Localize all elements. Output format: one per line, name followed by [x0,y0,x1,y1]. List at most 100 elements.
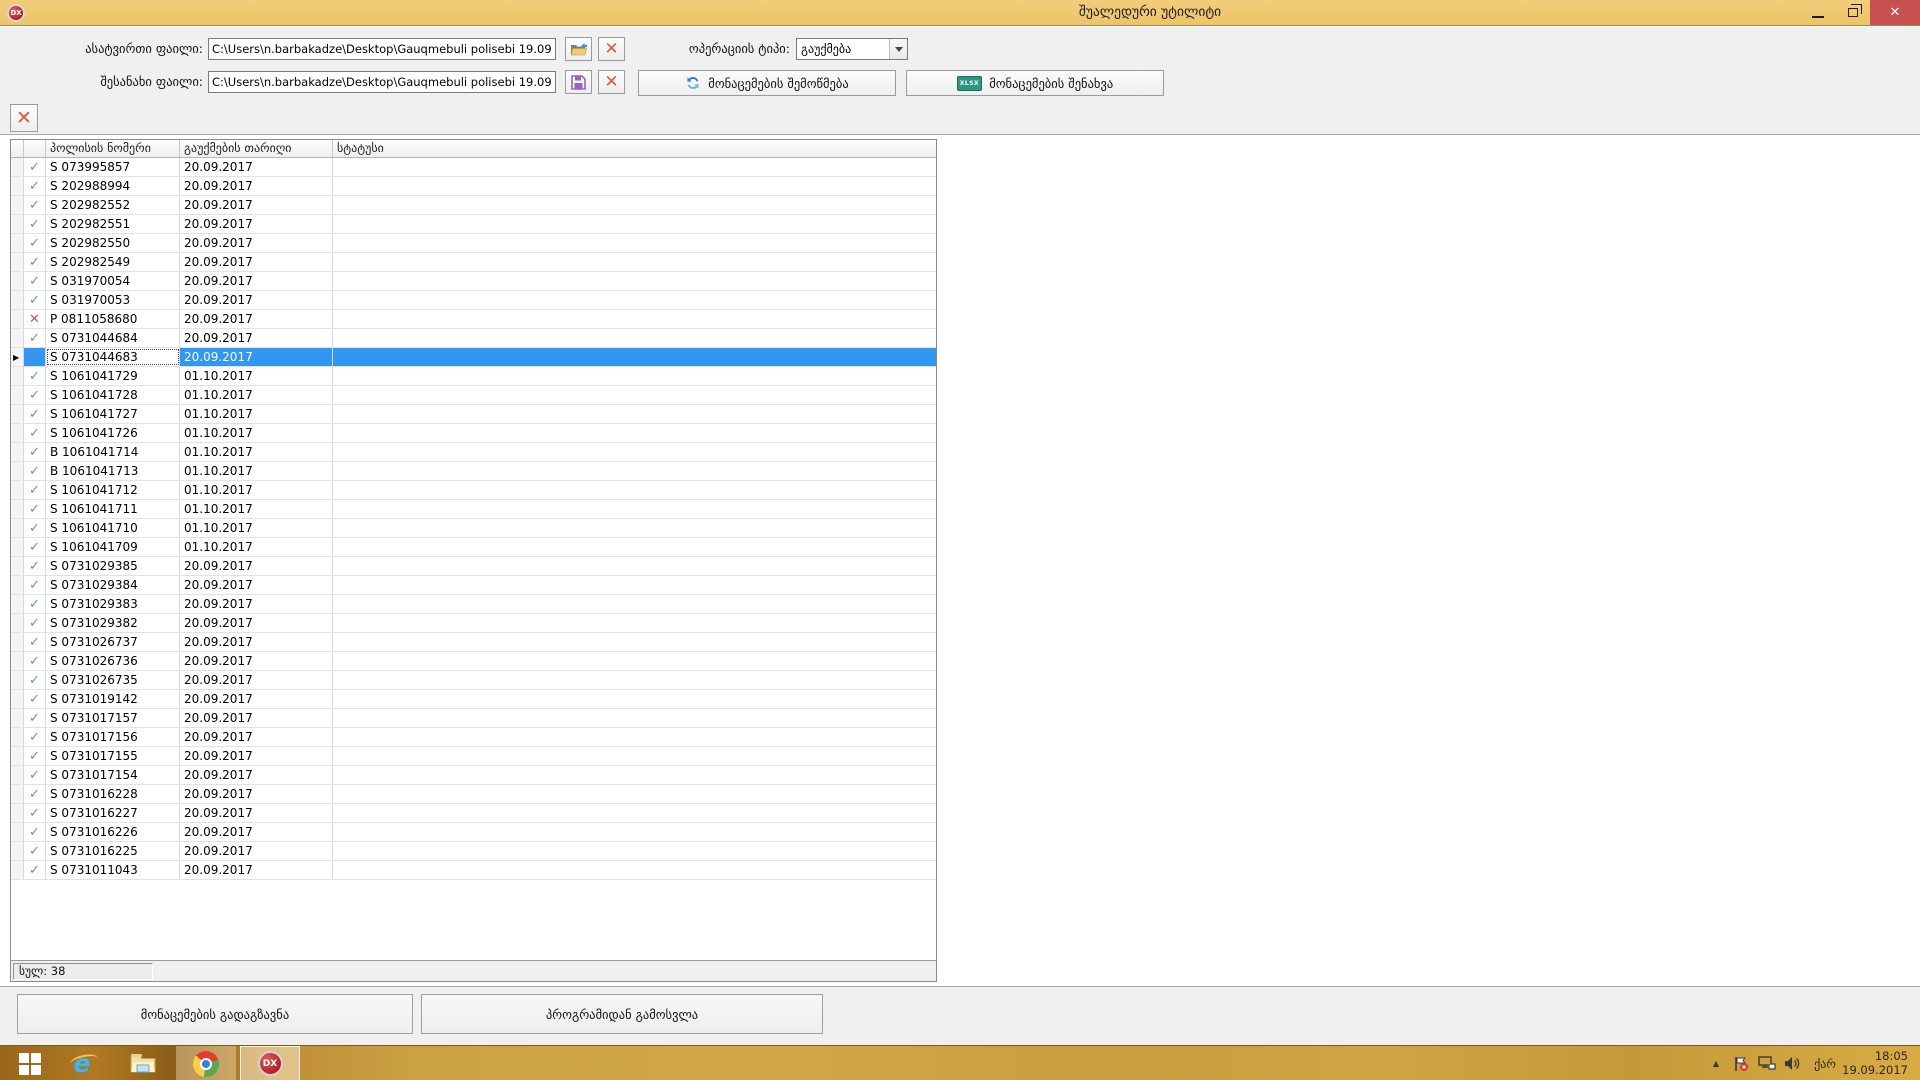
status-cell[interactable] [333,424,936,442]
table-row[interactable]: ✓ S 1061041710 01.10.2017 [11,519,936,538]
policy-number-cell[interactable]: S 0731029383 [46,595,180,613]
status-cell[interactable] [333,272,936,290]
cancel-date-cell[interactable]: 01.10.2017 [180,519,333,537]
policy-number-cell[interactable]: S 031970054 [46,272,180,290]
status-cell[interactable] [333,196,936,214]
status-cell[interactable] [333,253,936,271]
status-cell[interactable] [333,747,936,765]
policy-number-cell[interactable]: S 0731029384 [46,576,180,594]
policy-number-cell[interactable]: S 0731026737 [46,633,180,651]
policy-number-cell[interactable]: S 1061041727 [46,405,180,423]
policy-number-cell[interactable]: S 1061041712 [46,481,180,499]
status-cell[interactable] [333,177,936,195]
cancel-date-cell[interactable]: 20.09.2017 [180,785,333,803]
status-cell[interactable] [333,291,936,309]
taskbar-item-chrome[interactable] [176,1046,236,1080]
status-cell[interactable] [333,405,936,423]
policy-number-cell[interactable]: S 1061041726 [46,424,180,442]
cancel-date-cell[interactable]: 20.09.2017 [180,329,333,347]
cancel-date-cell[interactable]: 01.10.2017 [180,386,333,404]
status-cell[interactable] [333,861,936,879]
status-cell[interactable] [333,842,936,860]
volume-icon[interactable] [1780,1046,1804,1080]
table-row[interactable]: ✕ P 0811058680 20.09.2017 [11,310,936,329]
table-row[interactable]: ✓ S 0731019142 20.09.2017 [11,690,936,709]
status-cell[interactable] [333,519,936,537]
cancel-date-cell[interactable]: 20.09.2017 [180,652,333,670]
table-row[interactable]: ✓ S 1061041711 01.10.2017 [11,500,936,519]
cancel-date-cell[interactable]: 20.09.2017 [180,728,333,746]
header-policy-number[interactable]: პოლისის ნომერი [46,140,180,157]
status-cell[interactable] [333,709,936,727]
status-cell[interactable] [333,443,936,461]
status-cell[interactable] [333,633,936,651]
table-row[interactable]: ✓ S 0731016226 20.09.2017 [11,823,936,842]
cancel-button[interactable]: ✕ [10,104,38,132]
table-row[interactable]: ✓ S 0731026735 20.09.2017 [11,671,936,690]
policy-number-cell[interactable]: S 0731011043 [46,861,180,879]
cancel-date-cell[interactable]: 20.09.2017 [180,747,333,765]
policy-number-cell[interactable]: S 0731029385 [46,557,180,575]
table-row[interactable]: ✓ S 202982552 20.09.2017 [11,196,936,215]
cancel-date-cell[interactable]: 20.09.2017 [180,291,333,309]
policy-number-cell[interactable]: S 0731016225 [46,842,180,860]
status-cell[interactable] [333,538,936,556]
policy-number-cell[interactable]: S 0731017157 [46,709,180,727]
cancel-date-cell[interactable]: 20.09.2017 [180,671,333,689]
policy-number-cell[interactable]: S 1061041729 [46,367,180,385]
header-cancel-date[interactable]: გაუქმების თარიღი [180,140,333,157]
status-cell[interactable] [333,614,936,632]
cancel-date-cell[interactable]: 01.10.2017 [180,462,333,480]
taskbar-item-dx-app[interactable]: DX [240,1046,300,1080]
table-row[interactable]: ✓ S 073995857 20.09.2017 [11,158,936,177]
cancel-date-cell[interactable]: 20.09.2017 [180,215,333,233]
policy-number-cell[interactable]: S 202982552 [46,196,180,214]
exit-program-button[interactable]: პროგრამიდან გამოსვლა [421,994,823,1034]
policy-number-cell[interactable]: S 0731026736 [46,652,180,670]
table-row[interactable]: ✓ S 0731029383 20.09.2017 [11,595,936,614]
table-row[interactable]: ✓ S 031970054 20.09.2017 [11,272,936,291]
show-hidden-icons-button[interactable]: ▲ [1706,1046,1726,1080]
table-row[interactable]: ✓ S 1061041709 01.10.2017 [11,538,936,557]
minimize-button[interactable] [1800,0,1836,25]
policy-number-cell[interactable]: B 1061041714 [46,443,180,461]
policy-number-cell[interactable]: S 1061041710 [46,519,180,537]
table-row[interactable]: ✓ S 1061041729 01.10.2017 [11,367,936,386]
cancel-date-cell[interactable]: 20.09.2017 [180,842,333,860]
policy-number-cell[interactable]: P 0811058680 [46,310,180,328]
cancel-date-cell[interactable]: 20.09.2017 [180,196,333,214]
cancel-date-cell[interactable]: 01.10.2017 [180,367,333,385]
status-cell[interactable] [333,576,936,594]
cancel-date-cell[interactable]: 20.09.2017 [180,272,333,290]
table-row[interactable]: ✓ S 1061041712 01.10.2017 [11,481,936,500]
cancel-date-cell[interactable]: 20.09.2017 [180,177,333,195]
restore-button[interactable] [1836,0,1870,25]
status-cell[interactable] [333,671,936,689]
cancel-date-cell[interactable]: 20.09.2017 [180,823,333,841]
send-data-button[interactable]: მონაცემების გადაგზავნა [17,994,413,1034]
table-row[interactable]: ✓ S 1061041727 01.10.2017 [11,405,936,424]
table-row[interactable]: ✓ B 1061041714 01.10.2017 [11,443,936,462]
status-cell[interactable] [333,823,936,841]
status-cell[interactable] [333,557,936,575]
taskbar-clock[interactable]: 18:05 19.09.2017 [1830,1049,1908,1077]
table-row[interactable]: ✓ S 0731029382 20.09.2017 [11,614,936,633]
policy-number-cell[interactable]: S 1061041709 [46,538,180,556]
cancel-date-cell[interactable]: 20.09.2017 [180,861,333,879]
header-status[interactable]: სტატუსი [333,140,936,157]
cancel-date-cell[interactable]: 01.10.2017 [180,500,333,518]
clear-save-file-button[interactable]: ✕ [598,70,625,94]
policy-number-cell[interactable]: S 031970053 [46,291,180,309]
table-row[interactable]: ✓ S 1061041728 01.10.2017 [11,386,936,405]
policy-number-cell[interactable]: S 073995857 [46,158,180,176]
table-row[interactable]: ✓ S 0731016227 20.09.2017 [11,804,936,823]
network-icon[interactable] [1755,1046,1779,1080]
table-row[interactable]: ✓ S 0731017154 20.09.2017 [11,766,936,785]
policy-number-cell[interactable]: S 202982549 [46,253,180,271]
status-cell[interactable] [333,766,936,784]
policy-number-cell[interactable]: B 1061041713 [46,462,180,480]
table-row[interactable]: ✓ S 0731016228 20.09.2017 [11,785,936,804]
table-row[interactable]: ✓ S 202988994 20.09.2017 [11,177,936,196]
close-button[interactable]: ✕ [1870,0,1920,25]
policy-number-cell[interactable]: S 0731029382 [46,614,180,632]
